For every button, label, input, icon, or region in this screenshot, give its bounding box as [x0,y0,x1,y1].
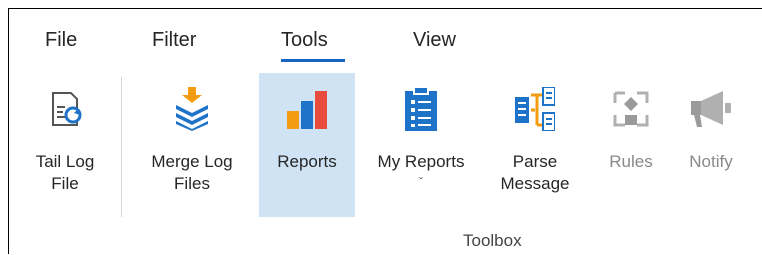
reports-label: Reports [277,152,337,171]
tail-log-label-1: Tail Log [35,152,95,171]
tail-log-file-button[interactable]: Tail Log File [15,73,115,217]
my-reports-button[interactable]: My Reports ˇ [361,73,481,217]
rules-icon [609,87,653,131]
notify-label: Notify [689,152,733,171]
menu-filter[interactable]: Filter [152,29,196,52]
rules-label: Rules [609,152,653,171]
ribbon: Tail Log File Merge Log Files Reports My… [9,71,762,255]
ribbon-divider [121,77,122,217]
rules-button[interactable]: Rules [597,73,665,217]
tail-log-icon [43,87,87,131]
merge-label-1: Merge Log [151,152,233,171]
parse-label-2: Message [500,174,570,193]
merge-icon [170,87,214,131]
reports-button[interactable]: Reports [259,73,355,217]
megaphone-icon [689,87,733,131]
parse-message-button[interactable]: Parse Message [487,73,583,217]
merge-label-2: Files [174,174,210,193]
menu-tools[interactable]: Tools [281,29,328,52]
menu-bar: File Filter Tools View [9,9,762,67]
menu-view[interactable]: View [413,29,456,52]
my-reports-label: My Reports [377,152,465,171]
chevron-down-icon[interactable]: ˇ [378,175,465,189]
parse-label-1: Parse [512,152,558,171]
notify-button[interactable]: Notify [671,73,751,217]
menu-file[interactable]: File [45,29,77,52]
active-tab-underline [281,59,345,62]
reports-icon [285,87,329,131]
toolbar-frame: File Filter Tools View Tail Log File Mer… [8,8,762,254]
parse-icon [513,87,557,131]
my-reports-icon [399,87,443,131]
merge-log-files-button[interactable]: Merge Log Files [133,73,251,217]
toolbox-group-label: Toolbox [463,231,522,250]
tail-log-label-2: File [51,174,79,193]
